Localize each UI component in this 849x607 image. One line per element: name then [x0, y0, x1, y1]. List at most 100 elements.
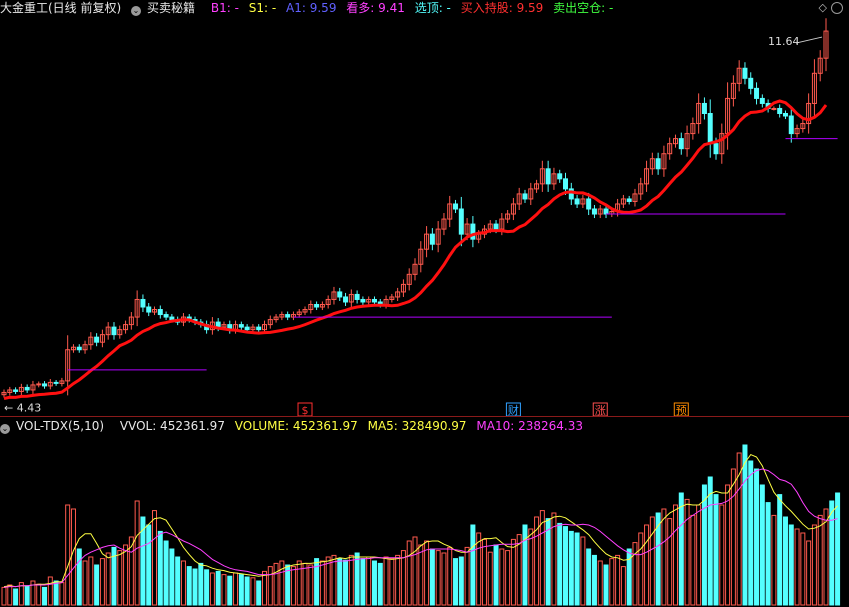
volume-bar [209, 572, 215, 606]
volume-bar [794, 528, 800, 606]
candle-body [169, 316, 175, 321]
candle [759, 94, 765, 108]
candle [400, 279, 406, 297]
candle [788, 106, 794, 143]
volume-bar [788, 524, 794, 606]
candle [725, 82, 731, 150]
event-marker: 预 [673, 402, 689, 416]
candle-body [788, 115, 794, 135]
candle-body [707, 113, 713, 145]
volume-bar [597, 560, 603, 606]
candle [18, 383, 24, 396]
volume-bar [464, 546, 470, 606]
trend-ma-line [3, 99, 828, 400]
volume-bar [481, 538, 487, 606]
volume-bar [360, 558, 366, 606]
volume-bar [429, 548, 435, 606]
volume-bar [418, 544, 424, 606]
candle [47, 378, 53, 390]
candle [435, 221, 441, 253]
candle [794, 124, 800, 138]
candle-body [53, 381, 59, 384]
volume-bar [742, 444, 748, 606]
candle [36, 381, 42, 388]
panel-divider [0, 416, 849, 417]
volume-bar [510, 538, 516, 606]
volume-bar [632, 542, 638, 606]
volume-bar [557, 522, 563, 606]
candle [771, 106, 777, 111]
candle-body [285, 314, 291, 318]
volume-chart[interactable] [0, 435, 849, 607]
candle [88, 332, 94, 350]
candle [447, 195, 453, 228]
candle [331, 286, 337, 305]
candle [458, 196, 464, 247]
candle [644, 160, 650, 192]
candle [649, 152, 655, 175]
candle-body [470, 223, 476, 240]
candle [302, 306, 308, 316]
candle-body [701, 102, 707, 114]
candle [823, 18, 829, 72]
candle-body [742, 67, 748, 79]
candle [134, 290, 140, 327]
volume-bar [244, 576, 250, 606]
candle [545, 160, 551, 192]
chevron-down-icon[interactable]: ⌄ [0, 424, 10, 434]
event-marker-label: $ [302, 404, 309, 416]
volume-bar [53, 580, 59, 606]
volume-indicator-selector[interactable]: ⌄ VOL-TDX(5,10) [0, 419, 110, 434]
candle [256, 324, 262, 333]
candle-body [256, 326, 262, 331]
candle [99, 329, 105, 348]
volume-bar [505, 550, 511, 606]
volume-bar [441, 552, 447, 606]
volume-bar [400, 550, 406, 606]
low-label: ← 4.43 [4, 401, 41, 414]
volume-bar [233, 572, 239, 606]
candle-body [111, 326, 117, 336]
volume-bar [777, 494, 783, 606]
volume-bar [192, 568, 198, 606]
candle [319, 301, 325, 311]
volume-bar [198, 562, 204, 606]
volume-bar [453, 558, 459, 606]
candle [30, 380, 36, 394]
volume-bar [7, 584, 13, 606]
candle [534, 179, 540, 193]
candle [424, 226, 430, 258]
event-marker: $ [297, 402, 313, 416]
volume-bar [754, 468, 760, 606]
candle [146, 302, 152, 317]
candle-body [360, 298, 366, 303]
candle-body [244, 326, 250, 331]
candle [354, 290, 360, 304]
volume-bar [314, 558, 320, 606]
volume-bar [82, 560, 88, 606]
candle [701, 97, 707, 120]
volume-bar [366, 556, 372, 606]
candle-body [713, 143, 719, 155]
candle [7, 386, 13, 396]
candle-body [563, 178, 569, 190]
volume-bar [24, 585, 30, 606]
volume-bar [649, 516, 655, 606]
volume-bar [603, 564, 609, 606]
candle [59, 377, 65, 387]
candle [620, 194, 626, 208]
candle [418, 241, 424, 273]
volume-bar [319, 560, 325, 606]
volume-bar [620, 566, 626, 606]
volume-bar [765, 502, 771, 606]
candle-body [76, 346, 82, 351]
candle [580, 194, 586, 208]
volume-bar [1, 586, 7, 606]
candle [453, 199, 459, 214]
candle-body [140, 298, 146, 308]
price-chart[interactable]: 11.64 ← 4.43 $ 财 涨 预 [0, 0, 849, 416]
candle-body [337, 291, 343, 298]
volume-bar [175, 556, 181, 606]
volume-bar [70, 508, 76, 606]
candle [667, 137, 673, 160]
